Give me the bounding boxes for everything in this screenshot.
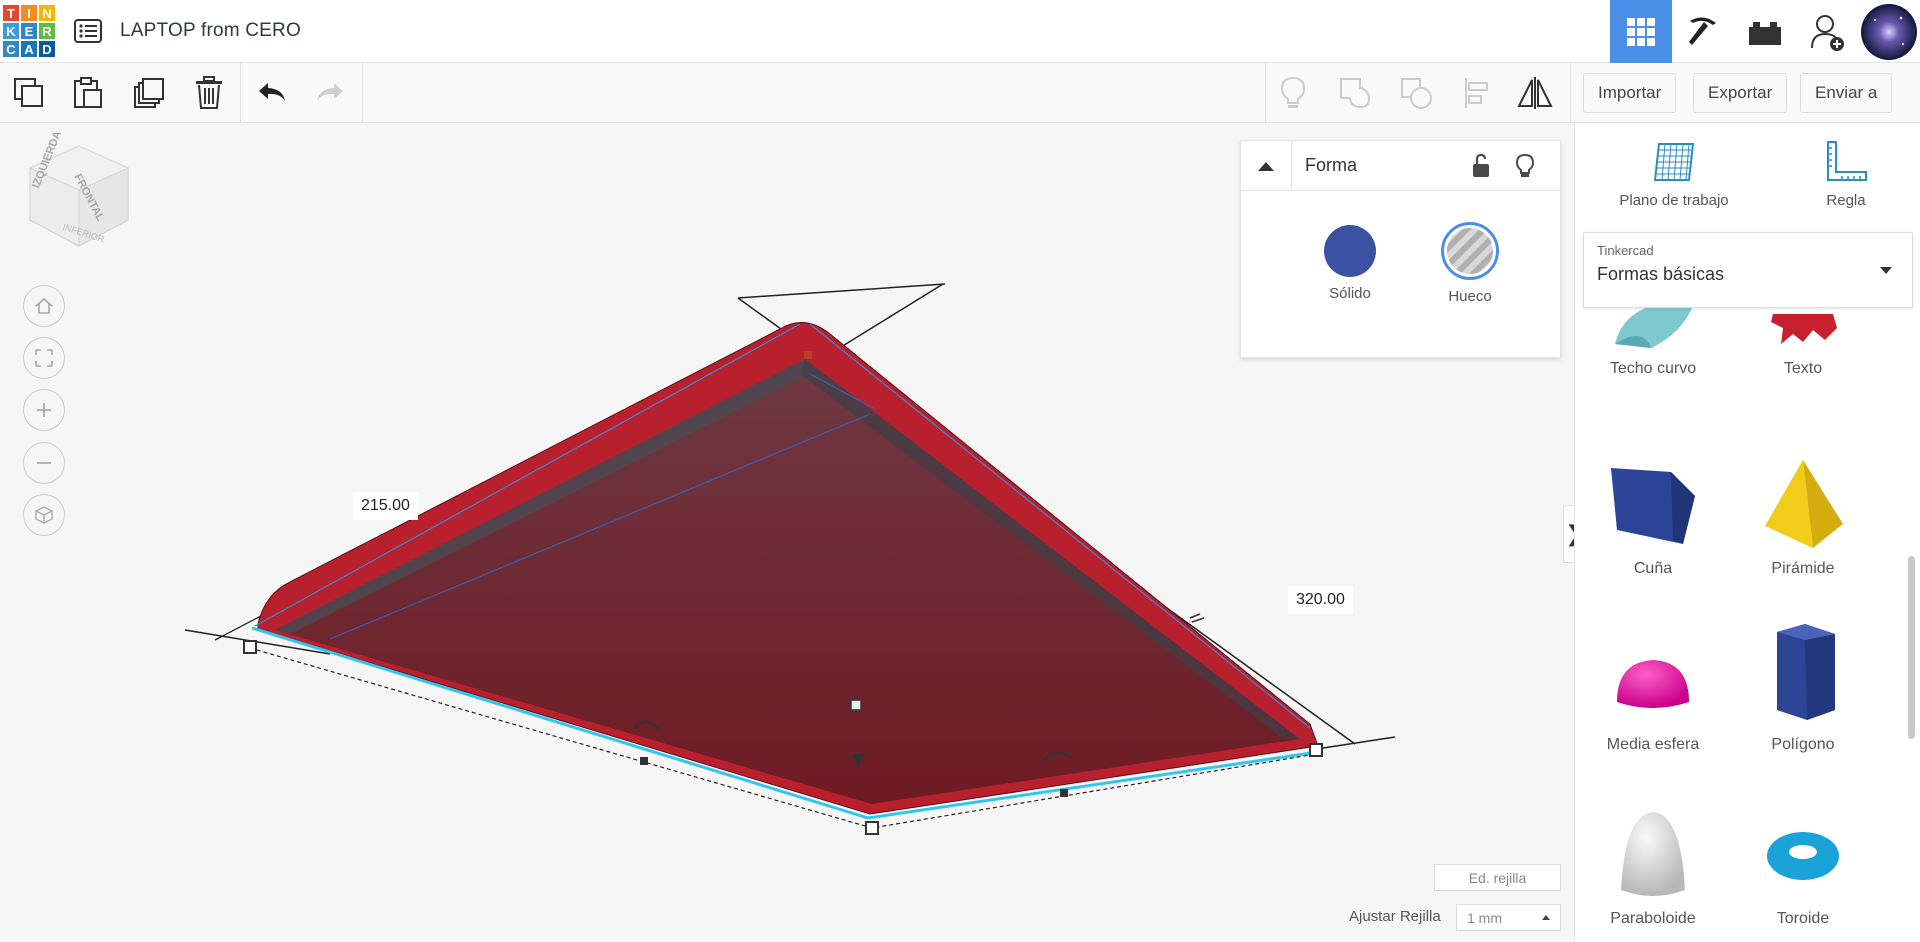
shape-label: Paraboloide [1610, 910, 1696, 927]
send-to-button[interactable]: Enviar a [1800, 73, 1893, 113]
edit-grid-button[interactable]: Ed. rejilla [1434, 864, 1561, 891]
add-user-icon[interactable] [1796, 0, 1858, 63]
shape-wedge[interactable]: Cuña [1578, 454, 1728, 578]
collapse-panel-icon[interactable] [1241, 141, 1292, 191]
shape-label: Techo curvo [1609, 360, 1697, 377]
edit-toolbar: Importar Exportar Enviar a [0, 63, 1920, 123]
workplane-tool[interactable]: Plano de trabajo [1609, 140, 1739, 209]
half-sphere-shape-icon [1617, 660, 1689, 708]
logo-letter: C [2, 40, 20, 58]
torus-shape-icon [1767, 832, 1839, 880]
logo-letter: K [2, 22, 20, 40]
resize-handle[interactable] [243, 640, 257, 654]
polygon-shape-icon [1777, 624, 1835, 720]
logo-letter: N [38, 4, 56, 22]
snap-grid-select[interactable]: 1 mm [1456, 904, 1561, 931]
home-view-button[interactable] [23, 285, 65, 327]
paraboloid-shape-icon [1621, 812, 1685, 896]
design-list-icon[interactable] [72, 16, 104, 46]
ungroup-icon[interactable] [1397, 74, 1435, 112]
logo-letter: T [2, 4, 20, 22]
design-title[interactable]: LAPTOP from CERO [120, 20, 301, 42]
import-button[interactable]: Importar [1583, 73, 1677, 113]
mirror-icon[interactable] [1516, 74, 1554, 112]
resize-handle[interactable] [1060, 789, 1068, 797]
length-dimension-label[interactable]: 320.00 [1288, 586, 1353, 614]
shape-category-select[interactable]: Tinkercad Formas básicas [1583, 232, 1913, 308]
pyramid-shape-icon [1765, 460, 1843, 548]
shape-label: Texto [1783, 360, 1823, 377]
logo-letter: A [20, 40, 38, 58]
shape-inspector-panel: Forma Sólido Hueco [1240, 140, 1561, 358]
perspective-cube-button[interactable] [23, 494, 65, 536]
caret-up-icon [1542, 915, 1550, 920]
shape-pyramid[interactable]: Pirámide [1728, 454, 1878, 578]
shape-panel-title: Forma [1305, 155, 1358, 175]
snap-grid-value: 1 mm [1467, 909, 1502, 926]
lightbulb-icon[interactable] [1274, 74, 1312, 112]
duplicate-icon[interactable] [130, 74, 168, 112]
width-dimension-label[interactable]: 215.00 [353, 492, 418, 520]
user-avatar[interactable] [1858, 0, 1920, 63]
hole-option[interactable]: Hueco [1435, 222, 1505, 305]
copy-icon[interactable] [10, 74, 48, 112]
shape-polygon[interactable]: Polígono [1728, 620, 1878, 754]
unlock-icon[interactable] [1470, 153, 1494, 179]
logo-letter: E [20, 22, 38, 40]
undo-icon[interactable] [253, 74, 291, 112]
align-icon[interactable] [1458, 74, 1496, 112]
resize-handle[interactable] [865, 821, 879, 835]
3d-view-grid-icon[interactable] [1610, 0, 1672, 63]
tinkercad-logo[interactable]: T I N K E R C A D [2, 4, 56, 58]
top-header: T I N K E R C A D LAPTOP from CERO [0, 0, 1920, 63]
provider-label: Tinkercad [1597, 243, 1654, 258]
lightbulb-icon[interactable] [1514, 153, 1538, 179]
export-button[interactable]: Exportar [1693, 73, 1788, 113]
redo-icon[interactable] [311, 74, 349, 112]
zoom-out-button[interactable] [23, 442, 65, 484]
snap-grid-label: Ajustar Rejilla [1349, 908, 1441, 925]
group-icon[interactable] [1336, 74, 1374, 112]
solid-label: Sólido [1329, 285, 1371, 302]
category-label: Formas básicas [1597, 264, 1725, 284]
shape-label: Polígono [1771, 736, 1835, 753]
shape-label: Media esfera [1606, 736, 1700, 753]
shapes-library-panel: Plano de trabajo Regla Tinkercad Formas … [1574, 124, 1920, 942]
resize-handle[interactable] [1309, 743, 1323, 757]
paste-icon[interactable] [69, 74, 107, 112]
solid-option[interactable]: Sólido [1315, 225, 1385, 302]
pickaxe-icon[interactable] [1672, 0, 1734, 63]
resize-handle[interactable] [804, 351, 812, 359]
shape-paraboloid[interactable]: Paraboloide [1578, 804, 1728, 928]
wedge-shape-icon [1611, 468, 1695, 544]
bricks-icon[interactable] [1734, 0, 1796, 63]
solid-color-swatch[interactable] [1324, 225, 1376, 277]
shape-label: Cuña [1633, 560, 1673, 577]
view-cube[interactable]: IZQUIERDA FRONTAL INFERIOR [24, 130, 134, 257]
fit-view-button[interactable] [23, 337, 65, 379]
workplane-grid-icon [1653, 143, 1695, 181]
hole-label: Hueco [1448, 288, 1492, 305]
logo-letter: R [38, 22, 56, 40]
zoom-in-button[interactable] [23, 389, 65, 431]
resize-handle[interactable] [640, 757, 648, 765]
caret-down-icon [1880, 267, 1892, 274]
view-switcher [1610, 0, 1920, 63]
delete-icon[interactable] [190, 74, 228, 112]
library-scrollbar[interactable] [1908, 556, 1915, 739]
ruler-icon [1827, 141, 1867, 181]
ruler-tool[interactable]: Regla [1796, 140, 1896, 209]
shape-panel-header: Forma [1241, 141, 1560, 191]
shape-label: Toroide [1776, 910, 1830, 927]
logo-letter: D [38, 40, 56, 58]
logo-letter: I [20, 4, 38, 22]
shape-label: Pirámide [1771, 560, 1835, 577]
shape-half-sphere[interactable]: Media esfera [1578, 634, 1728, 754]
workplane-label: Plano de trabajo [1619, 192, 1729, 209]
hole-swatch[interactable] [1441, 222, 1499, 280]
ruler-label: Regla [1826, 192, 1866, 209]
height-handle[interactable] [850, 699, 862, 711]
shape-torus[interactable]: Toroide [1728, 804, 1878, 928]
